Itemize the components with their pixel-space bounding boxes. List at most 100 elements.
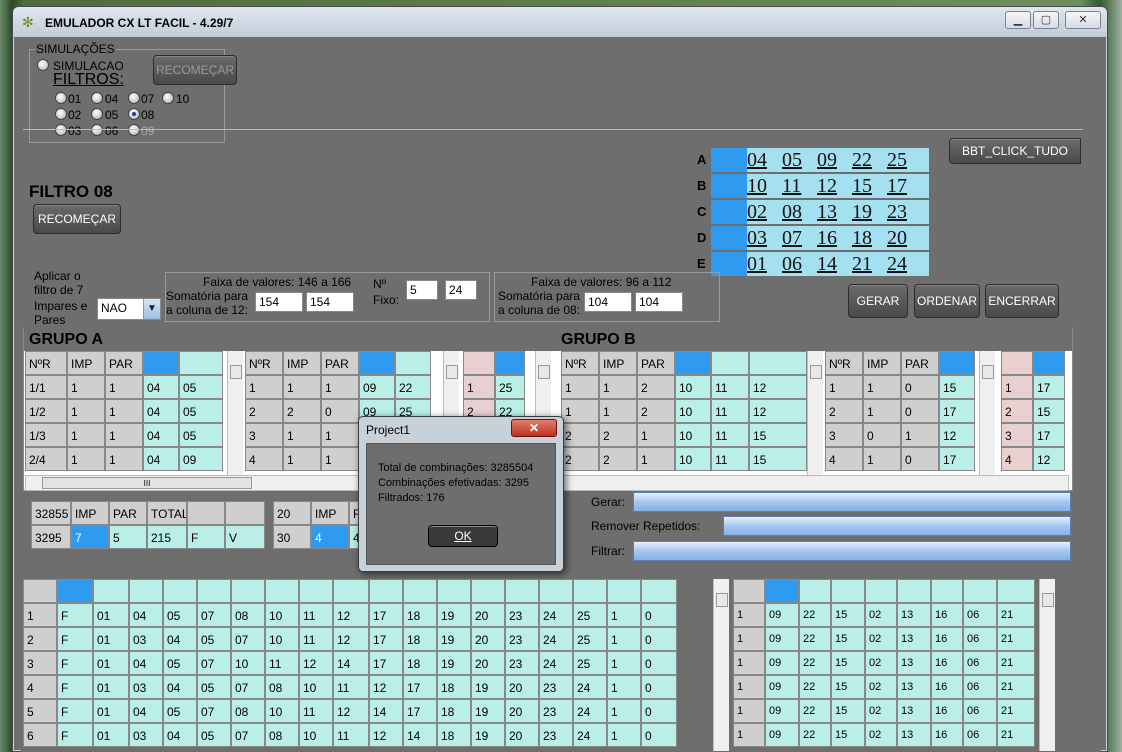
table-cell[interactable]: 15 bbox=[1033, 399, 1065, 423]
table-cell[interactable]: 08 bbox=[265, 675, 299, 699]
fixo-input-1[interactable]: 5 bbox=[406, 280, 438, 300]
table-cell[interactable]: 05 bbox=[179, 375, 223, 399]
table-cell[interactable]: 2 bbox=[637, 399, 675, 423]
minimize-button[interactable]: ▁ bbox=[1005, 11, 1031, 29]
table-cell[interactable]: 07 bbox=[197, 603, 231, 627]
table-cell[interactable]: 11 bbox=[711, 375, 749, 399]
table-cell[interactable]: 1 bbox=[607, 675, 641, 699]
table-cell[interactable]: 18 bbox=[403, 651, 437, 675]
table-cell[interactable]: 0 bbox=[641, 699, 677, 723]
table-cell[interactable]: 24 bbox=[573, 675, 607, 699]
table-cell[interactable]: 1 bbox=[67, 447, 105, 471]
table-cell[interactable]: 09 bbox=[765, 627, 799, 651]
table-cell[interactable]: 04 bbox=[143, 447, 179, 471]
table-cell[interactable]: 09 bbox=[765, 651, 799, 675]
table-cell[interactable]: 2 bbox=[23, 627, 57, 651]
table-cell[interactable]: 10 bbox=[299, 723, 333, 747]
table-cell[interactable]: 12 bbox=[369, 675, 403, 699]
table-cell[interactable]: 22 bbox=[799, 603, 831, 627]
vertical-scrollbar[interactable] bbox=[227, 351, 243, 475]
table-cell[interactable]: 17 bbox=[369, 627, 403, 651]
table-cell[interactable]: 1 bbox=[863, 399, 901, 423]
table-cell[interactable]: 06 bbox=[963, 627, 997, 651]
table-cell[interactable]: 01 bbox=[93, 723, 129, 747]
dropdown-arrow-icon[interactable]: ▼ bbox=[143, 299, 160, 319]
table-cell[interactable]: 1 bbox=[561, 399, 599, 423]
table-cell[interactable]: 17 bbox=[1033, 375, 1065, 399]
row-d[interactable]: 03 07 16 18 20 bbox=[711, 226, 929, 250]
table-cell[interactable]: 05 bbox=[197, 627, 231, 651]
table-cell[interactable]: 22 bbox=[799, 699, 831, 723]
table-cell[interactable]: 2 bbox=[561, 423, 599, 447]
filter-02-radio[interactable] bbox=[55, 108, 67, 120]
table-cell[interactable]: 2 bbox=[1001, 399, 1033, 423]
table-cell[interactable]: 08 bbox=[231, 699, 265, 723]
filtro-restart-button[interactable]: RECOMEÇAR bbox=[33, 204, 121, 234]
table-cell[interactable]: 25 bbox=[573, 627, 607, 651]
table-cell[interactable]: 18 bbox=[437, 675, 471, 699]
table-cell[interactable]: 05 bbox=[163, 699, 197, 723]
table-cell[interactable]: 11 bbox=[299, 627, 333, 651]
table-cell[interactable]: 19 bbox=[437, 627, 471, 651]
table-cell[interactable]: 1 bbox=[607, 723, 641, 747]
table-cell[interactable]: 13 bbox=[897, 675, 931, 699]
summary-cell[interactable]: 30 bbox=[273, 525, 311, 549]
summary-cell[interactable]: 3295 bbox=[31, 525, 71, 549]
table-cell[interactable]: 05 bbox=[163, 603, 197, 627]
table-cell[interactable]: 22 bbox=[799, 627, 831, 651]
hscroll-thumb[interactable]: III bbox=[42, 477, 252, 489]
table-cell[interactable]: 20 bbox=[471, 627, 505, 651]
table-cell[interactable]: 12 bbox=[299, 651, 333, 675]
table-cell[interactable]: 21 bbox=[997, 699, 1035, 723]
summary-cell[interactable]: F bbox=[187, 525, 225, 549]
table-cell[interactable]: 12 bbox=[333, 603, 369, 627]
table-cell[interactable]: 4 bbox=[825, 447, 863, 471]
table-cell[interactable]: 1/1 bbox=[25, 375, 67, 399]
table-cell[interactable]: 11 bbox=[711, 447, 749, 471]
dialog-close-button[interactable]: ✕ bbox=[511, 419, 557, 437]
table-cell[interactable]: 1 bbox=[637, 447, 675, 471]
table-cell[interactable]: 0 bbox=[641, 675, 677, 699]
table-cell[interactable]: 10 bbox=[675, 447, 711, 471]
table-cell[interactable]: 12 bbox=[333, 699, 369, 723]
table-cell[interactable]: 09 bbox=[765, 603, 799, 627]
table-cell[interactable]: 15 bbox=[831, 627, 865, 651]
summary-cell[interactable]: 5 bbox=[109, 525, 147, 549]
table-cell[interactable]: 1 bbox=[733, 675, 765, 699]
table-cell[interactable]: 4 bbox=[1001, 447, 1033, 471]
filter-07-radio[interactable] bbox=[128, 92, 140, 104]
table-cell[interactable]: 1 bbox=[863, 447, 901, 471]
table-cell[interactable]: 12 bbox=[749, 375, 807, 399]
table-cell[interactable]: 0 bbox=[321, 399, 359, 423]
table-cell[interactable]: 11 bbox=[333, 723, 369, 747]
scroll-thumb[interactable] bbox=[1042, 593, 1054, 607]
table-cell[interactable]: 1 bbox=[863, 375, 901, 399]
table-cell[interactable]: 16 bbox=[931, 675, 963, 699]
table-cell[interactable]: 25 bbox=[495, 375, 525, 399]
table-cell[interactable]: 16 bbox=[931, 723, 963, 747]
table-cell[interactable]: 12 bbox=[369, 723, 403, 747]
table-cell[interactable]: 04 bbox=[163, 723, 197, 747]
table-cell[interactable]: 05 bbox=[179, 399, 223, 423]
table-cell[interactable]: 09 bbox=[765, 723, 799, 747]
table-cell[interactable]: F bbox=[57, 603, 93, 627]
table-cell[interactable]: 24 bbox=[539, 627, 573, 651]
table-cell[interactable]: 4 bbox=[23, 675, 57, 699]
table-cell[interactable]: 05 bbox=[197, 675, 231, 699]
table-cell[interactable]: 1/3 bbox=[25, 423, 67, 447]
table-cell[interactable]: 21 bbox=[997, 723, 1035, 747]
table-cell[interactable]: 04 bbox=[129, 651, 163, 675]
table-cell[interactable]: 1 bbox=[105, 423, 143, 447]
table-cell[interactable]: 15 bbox=[939, 375, 975, 399]
table-cell[interactable]: 0 bbox=[641, 723, 677, 747]
table-cell[interactable]: 1 bbox=[283, 423, 321, 447]
table-cell[interactable]: 2 bbox=[245, 399, 283, 423]
filter-08-radio[interactable] bbox=[128, 108, 140, 120]
table-cell[interactable]: 20 bbox=[471, 603, 505, 627]
table-cell[interactable]: 01 bbox=[93, 603, 129, 627]
table-cell[interactable]: 1 bbox=[67, 399, 105, 423]
sim-restart-button[interactable]: RECOMEÇAR bbox=[153, 55, 237, 85]
table-cell[interactable]: 13 bbox=[897, 723, 931, 747]
table-cell[interactable]: 3 bbox=[245, 423, 283, 447]
table-cell[interactable]: 3 bbox=[825, 423, 863, 447]
